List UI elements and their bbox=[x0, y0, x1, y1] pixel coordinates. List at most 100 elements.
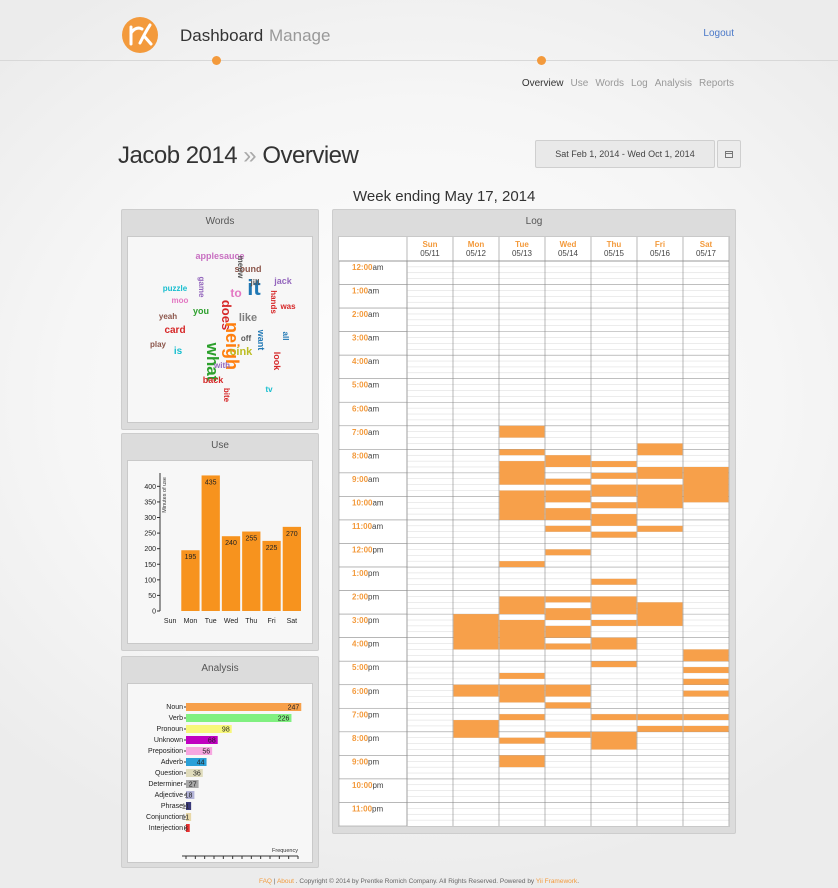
footer-faq-link[interactable]: FAQ bbox=[259, 878, 272, 885]
logo[interactable] bbox=[122, 17, 158, 53]
footer-yii-link[interactable]: Yii Framework bbox=[536, 878, 577, 885]
nav-manage[interactable]: Manage bbox=[269, 26, 330, 46]
word-cloud-word: play bbox=[150, 340, 167, 349]
x-tick-label: Thu bbox=[245, 618, 257, 625]
log-panel-title: Log bbox=[525, 216, 543, 227]
log-activity-block bbox=[637, 466, 683, 479]
log-hour-ampm: am bbox=[372, 263, 383, 272]
log-hour-time: 10:00 bbox=[352, 781, 373, 790]
log-day-name: Tue bbox=[515, 240, 529, 249]
log-hour-label: 4:00pm bbox=[352, 640, 379, 649]
log-hour-time: 2:00 bbox=[352, 310, 369, 319]
word-cloud-word: was bbox=[279, 302, 296, 311]
log-hour-label: 12:00am bbox=[352, 263, 384, 272]
log-hour-label: 2:00pm bbox=[352, 593, 379, 602]
analysis-category-label: Phrase bbox=[161, 803, 183, 810]
word-cloud-word: yeah bbox=[159, 312, 177, 321]
subnav-words[interactable]: Words bbox=[595, 78, 624, 89]
log-hour-label: 8:00am bbox=[352, 451, 379, 460]
analysis-panel-title: Analysis bbox=[201, 663, 239, 674]
word-cloud-word: back bbox=[203, 375, 225, 385]
subnav-reports[interactable]: Reports bbox=[699, 78, 734, 89]
log-day-date: 05/14 bbox=[558, 249, 579, 258]
log-hour-ampm: pm bbox=[372, 804, 383, 813]
word-cloud-word: to bbox=[230, 286, 241, 300]
analysis-bar bbox=[186, 714, 292, 722]
y-tick-label: 300 bbox=[144, 515, 156, 522]
log-activity-block bbox=[591, 661, 637, 668]
log-hour-label: 8:00pm bbox=[352, 734, 379, 743]
log-activity-block bbox=[545, 684, 591, 697]
subnav-log[interactable]: Log bbox=[631, 78, 648, 89]
analysis-bar-value: 11 bbox=[182, 804, 189, 811]
log-hour-ampm: am bbox=[372, 498, 383, 507]
y-tick-label: 0 bbox=[152, 609, 156, 616]
log-hour-time: 3:00 bbox=[352, 334, 369, 343]
log-day-date: 05/11 bbox=[420, 249, 440, 258]
footer-about-link[interactable]: About bbox=[277, 878, 294, 885]
log-activity-block bbox=[637, 602, 683, 626]
log-activity-block bbox=[591, 578, 637, 585]
log-activity-block bbox=[591, 531, 637, 538]
subnav-overview[interactable]: Overview bbox=[522, 78, 564, 89]
analysis-x-axis-label: Frequency bbox=[272, 848, 298, 854]
log-activity-block bbox=[591, 596, 637, 615]
log-day-name: Thu bbox=[607, 240, 622, 249]
subnav-analysis[interactable]: Analysis bbox=[655, 78, 692, 89]
x-tick-label: Wed bbox=[224, 618, 238, 625]
log-hour-label: 5:00am bbox=[352, 381, 379, 390]
log-hour-ampm: am bbox=[368, 310, 379, 319]
log-activity-block bbox=[683, 667, 729, 673]
log-hour-time: 9:00 bbox=[352, 475, 369, 484]
nav-dashboard[interactable]: Dashboard bbox=[180, 26, 263, 46]
log-activity-block bbox=[637, 484, 683, 509]
y-tick-label: 200 bbox=[144, 546, 156, 553]
page-title-separator: » bbox=[243, 142, 257, 169]
y-tick-label: 350 bbox=[144, 499, 156, 506]
log-hour-ampm: pm bbox=[368, 663, 379, 672]
use-chart: 0 50 100 150 200 250 300 350 400 Minutes of use Su… bbox=[127, 460, 313, 644]
analysis-bar-value: 68 bbox=[208, 738, 216, 745]
log-hour-ampm: pm bbox=[368, 687, 379, 696]
log-activity-block bbox=[637, 525, 683, 532]
log-activity-block bbox=[499, 561, 545, 568]
log-hour-time: 12:00 bbox=[352, 263, 373, 272]
log-hour-label: 5:00pm bbox=[352, 663, 379, 672]
log-activity-block bbox=[591, 620, 637, 626]
x-tick-label: Sun bbox=[164, 618, 177, 625]
analysis-category-label: Conjunction bbox=[146, 814, 183, 821]
word-cloud: applesauce sound jack it jill to puzzle moo yeah… bbox=[127, 236, 313, 423]
use-bar bbox=[282, 526, 301, 611]
log-hour-label: 3:00pm bbox=[352, 616, 379, 625]
log-activity-block bbox=[499, 684, 545, 703]
date-range-picker[interactable]: Sat Feb 1, 2014 - Wed Oct 1, 2014 bbox=[535, 140, 715, 168]
log-activity-block bbox=[545, 731, 591, 738]
log-activity-block bbox=[683, 690, 729, 697]
log-hour-time: 8:00 bbox=[352, 451, 369, 460]
log-activity-block bbox=[637, 443, 683, 456]
words-panel: Words applesauce sound jack it jill to puzzle m… bbox=[121, 209, 319, 430]
word-cloud-word: game bbox=[197, 277, 206, 298]
log-activity-block bbox=[591, 472, 637, 479]
analysis-bar-value: 98 bbox=[222, 727, 230, 734]
log-hour-time: 3:00 bbox=[352, 616, 369, 625]
log-hour-label: 11:00am bbox=[352, 522, 383, 531]
log-hour-ampm: pm bbox=[368, 640, 379, 649]
log-hour-ampm: am bbox=[368, 357, 379, 366]
use-chart-canvas: 0 50 100 150 200 250 300 350 400 Minutes of use Su… bbox=[144, 473, 301, 625]
log-activity-block bbox=[683, 466, 729, 503]
subnav-use[interactable]: Use bbox=[571, 78, 589, 89]
page-title: Jacob 2014 » Overview bbox=[118, 142, 359, 170]
log-activity-block bbox=[591, 514, 637, 526]
log-hour-label: 2:00am bbox=[352, 310, 379, 319]
log-grid-canvas: Sun05/11 Mon05/12 Tue05/13 Wed05/14 Thu05/15… bbox=[338, 237, 730, 827]
x-tick-label: Mon bbox=[184, 618, 198, 625]
word-cloud-word: jill bbox=[250, 278, 260, 287]
calendar-icon-button[interactable] bbox=[717, 140, 741, 168]
log-activity-block bbox=[591, 502, 637, 509]
analysis-bar-value: 11 bbox=[182, 815, 189, 822]
analysis-category-label: Noun bbox=[166, 704, 183, 711]
subnav-active-indicator bbox=[537, 56, 546, 65]
logout-link[interactable]: Logout bbox=[703, 28, 734, 39]
log-hour-time: 8:00 bbox=[352, 734, 369, 743]
